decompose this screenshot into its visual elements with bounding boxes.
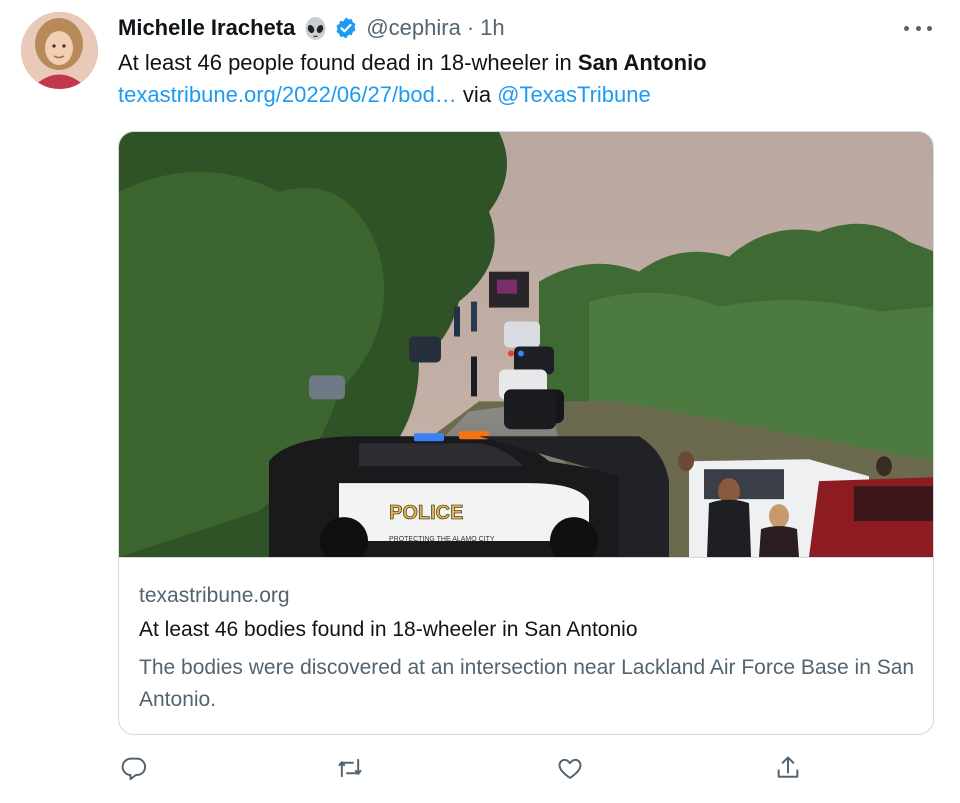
police-text: POLICE <box>389 502 463 524</box>
card-title: At least 46 bodies found in 18-wheeler i… <box>139 618 638 641</box>
card-domain: texastribune.org <box>139 584 290 607</box>
reply-icon[interactable] <box>120 754 148 784</box>
author-avatar[interactable] <box>21 12 98 89</box>
tweet-text-prefix: At least 46 people found dead in 18-whee… <box>118 50 578 75</box>
verified-badge-icon <box>334 16 358 40</box>
like-icon[interactable] <box>556 754 584 784</box>
tweet-text: At least 46 people found dead in 18-whee… <box>118 50 707 76</box>
author-name[interactable]: Michelle Iracheta <box>118 15 295 41</box>
tweet-timestamp[interactable]: 1h <box>480 15 504 41</box>
share-icon[interactable] <box>774 754 802 784</box>
retweet-icon[interactable] <box>336 754 364 784</box>
tweet-links: texastribune.org/2022/06/27/bod… via @Te… <box>118 82 651 108</box>
more-options-icon[interactable] <box>904 18 932 38</box>
card-description: The bodies were discovered at an interse… <box>139 656 915 711</box>
via-text: via <box>456 82 498 107</box>
card-image[interactable]: POLICE PROTECTING THE ALAMO CITY <box>119 132 933 558</box>
link-preview-card[interactable]: POLICE PROTECTING THE ALAMO CITY texastr… <box>118 131 934 735</box>
author-handle[interactable]: @cephira <box>366 15 461 41</box>
article-link[interactable]: texastribune.org/2022/06/27/bod… <box>118 82 457 107</box>
alien-icon <box>303 16 328 41</box>
tweet-header: Michelle Iracheta @cephira · 1h <box>118 13 505 43</box>
police-slogan: PROTECTING THE ALAMO CITY <box>389 536 495 543</box>
mention-link[interactable]: @TexasTribune <box>497 82 651 107</box>
tweet-text-bold: San Antonio <box>577 50 707 75</box>
separator-dot: · <box>466 15 475 40</box>
